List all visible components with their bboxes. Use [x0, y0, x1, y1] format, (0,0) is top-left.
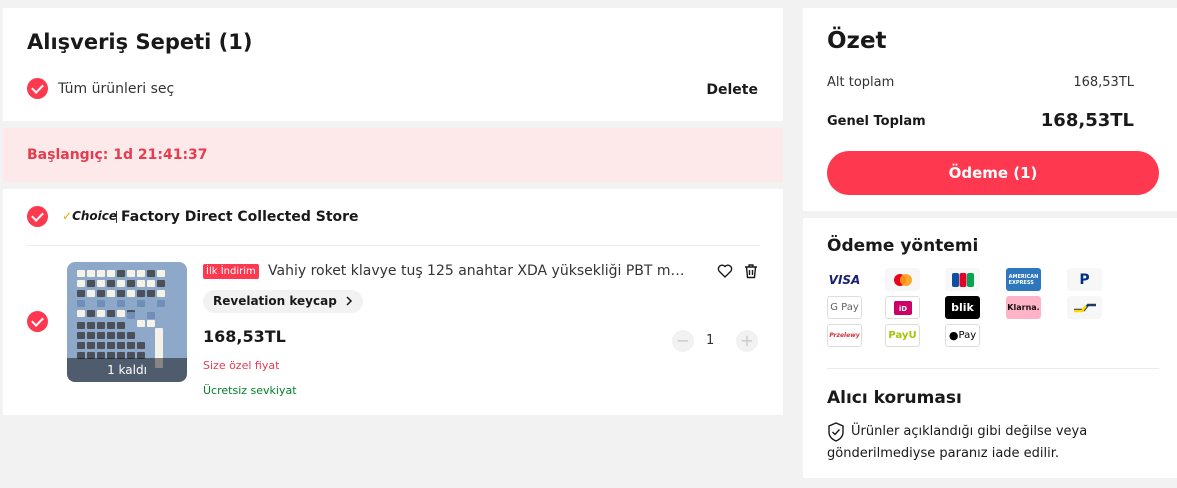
- select-all-checkbox[interactable]: [27, 78, 48, 99]
- special-price-label: Size özel fiyat: [203, 359, 280, 372]
- free-shipping-label: Ücretsiz sevkiyat: [203, 384, 297, 397]
- przelewy24-logo-icon: Przelewy: [827, 324, 862, 347]
- cart-header: Alışveriş Sepeti (1) Tüm ürünleri seç De…: [3, 8, 783, 121]
- product-price: 168,53TL: [203, 327, 286, 346]
- order-summary: Özet Alt toplam 168,53TL Genel Toplam 16…: [803, 8, 1177, 211]
- keyboard-image-icon: [77, 270, 165, 368]
- heart-icon[interactable]: [717, 263, 733, 279]
- stock-label: 1 kaldı: [67, 358, 187, 382]
- visa-logo-icon: VISA: [828, 272, 861, 287]
- paypal-logo-icon: P: [1067, 268, 1102, 291]
- ideal-logo-icon: iD: [885, 296, 920, 319]
- page-title: Alışveriş Sepeti (1): [27, 30, 253, 54]
- payment-methods-title: Ödeme yöntemi: [827, 236, 979, 256]
- chevron-right-icon: [346, 296, 353, 306]
- total-label: Genel Toplam: [827, 114, 926, 129]
- divider: [27, 245, 760, 246]
- quantity-decrease-button[interactable]: −: [672, 330, 694, 352]
- promo-timer: Başlangıç: 1d 21:41:37: [27, 147, 208, 163]
- gpay-logo-icon: G Pay: [827, 296, 862, 319]
- buyer-protection-text: Ürünler açıklandığı gibi değilse veya gö…: [827, 424, 1088, 461]
- variant-label: Revelation keycap: [213, 294, 337, 308]
- payment-info: Ödeme yöntemi VISA AMERICAN EXPRESS P G P…: [803, 218, 1177, 478]
- checkout-button[interactable]: Ödeme (1): [827, 151, 1159, 195]
- select-all-label: Tüm ürünleri seç: [58, 81, 175, 97]
- choice-logo: ✓Choice: [62, 209, 118, 223]
- buyer-protection-title: Alıcı koruması: [827, 388, 962, 408]
- first-discount-badge: İlk İndirim: [203, 264, 259, 279]
- product-checkbox[interactable]: [27, 311, 48, 332]
- applepay-logo-icon: ● Pay: [945, 324, 980, 347]
- payu-logo-icon: PayU: [885, 324, 920, 347]
- svg-text:iD: iD: [898, 305, 906, 313]
- klarna-logo-icon: Klarna.: [1006, 296, 1041, 319]
- trash-icon[interactable]: [743, 263, 759, 279]
- total-value: 168,53TL: [1040, 110, 1134, 131]
- delete-button[interactable]: Delete: [706, 82, 758, 98]
- subtotal-label: Alt toplam: [827, 75, 895, 90]
- summary-title: Özet: [827, 28, 887, 54]
- choice-label: Choice: [72, 209, 118, 223]
- product-image[interactable]: 1 kaldı: [67, 262, 187, 382]
- blik-logo-icon: blik: [945, 296, 980, 319]
- applepay-label: Pay: [958, 330, 977, 341]
- separator: [116, 211, 117, 223]
- product-title[interactable]: Vahiy roket klavye tuş 125 anahtar XDA y…: [268, 263, 693, 279]
- promo-timer-bar: Başlangıç: 1d 21:41:37: [3, 128, 783, 182]
- variant-selector[interactable]: Revelation keycap: [203, 290, 363, 313]
- quantity-value: 1: [706, 333, 715, 348]
- store-group: ✓Choice Factory Direct Collected Store 1…: [3, 189, 783, 415]
- store-name[interactable]: Factory Direct Collected Store: [121, 209, 359, 225]
- amex-logo-icon: AMERICAN EXPRESS: [1006, 268, 1041, 291]
- mastercard-logo-icon: [885, 268, 920, 291]
- quantity-increase-button[interactable]: +: [736, 330, 758, 352]
- store-checkbox[interactable]: [27, 206, 48, 227]
- bancontact-logo-icon: [1067, 296, 1102, 319]
- divider: [827, 368, 1159, 369]
- jcb-logo-icon: [945, 268, 980, 291]
- subtotal-value: 168,53TL: [1073, 75, 1134, 90]
